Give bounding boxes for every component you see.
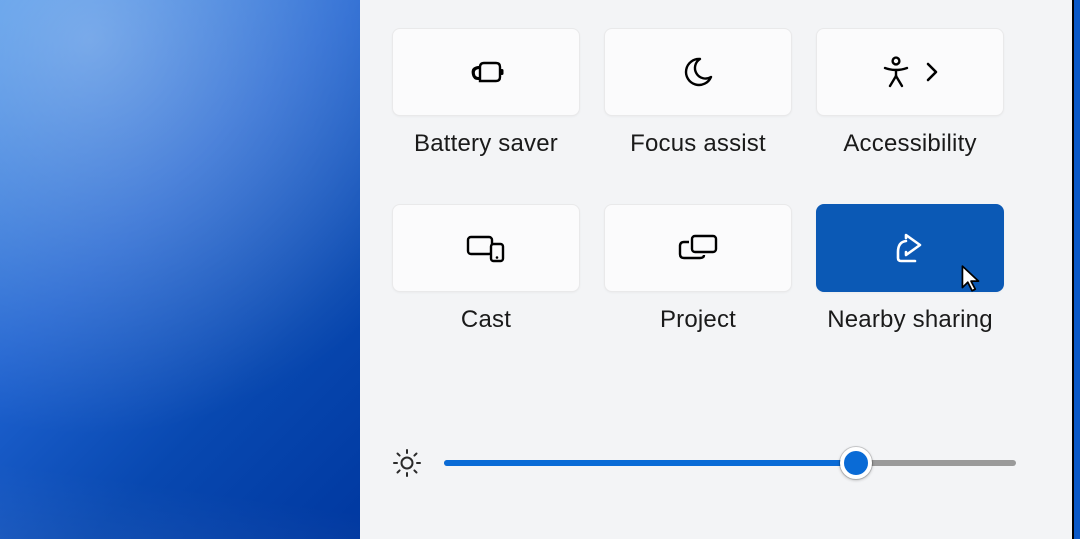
focus-assist-label: Focus assist (630, 130, 766, 158)
brightness-fill (444, 460, 856, 466)
brightness-slider[interactable] (392, 443, 1016, 483)
panel-right-edge (1074, 0, 1080, 539)
brightness-thumb[interactable] (840, 447, 872, 479)
quick-tile-cast: Cast (392, 204, 580, 334)
nearby-sharing-label: Nearby sharing (827, 306, 993, 334)
focus-assist-button[interactable] (604, 28, 792, 116)
quick-settings-panel: Battery saver Focus assist (360, 0, 1072, 539)
quick-tile-accessibility: Accessibility (816, 28, 1004, 158)
desktop-wallpaper (0, 0, 360, 539)
cast-icon (465, 233, 507, 263)
share-icon (893, 232, 927, 264)
brightness-track[interactable] (444, 460, 1016, 466)
quick-tile-battery-saver: Battery saver (392, 28, 580, 158)
quick-settings-grid: Battery saver Focus assist (392, 28, 1040, 334)
quick-tile-focus-assist: Focus assist (604, 28, 792, 158)
quick-tile-nearby-sharing: Nearby sharing (816, 204, 1004, 334)
cast-button[interactable] (392, 204, 580, 292)
accessibility-label: Accessibility (843, 130, 976, 158)
battery-saver-icon (466, 58, 506, 86)
chevron-right-icon (925, 61, 939, 83)
battery-saver-button[interactable] (392, 28, 580, 116)
accessibility-icon (881, 56, 911, 88)
quick-tile-project: Project (604, 204, 792, 334)
nearby-sharing-button[interactable] (816, 204, 1004, 292)
project-button[interactable] (604, 204, 792, 292)
project-icon (677, 233, 719, 263)
project-label: Project (660, 306, 736, 334)
battery-saver-label: Battery saver (414, 130, 558, 158)
accessibility-button[interactable] (816, 28, 1004, 116)
moon-icon (681, 55, 715, 89)
cast-label: Cast (461, 306, 511, 334)
brightness-icon (392, 448, 422, 478)
